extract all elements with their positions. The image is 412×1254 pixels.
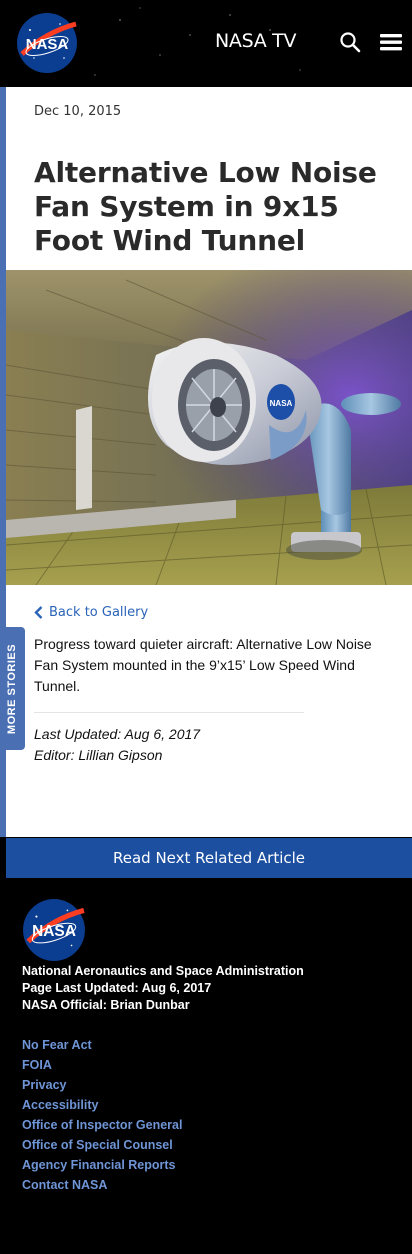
more-stories-tab[interactable]: MORE STORIES <box>0 627 25 750</box>
image-caption: Progress toward quieter aircraft: Altern… <box>34 636 372 694</box>
footer-link-inspector-general[interactable]: Office of Inspector General <box>22 1115 182 1135</box>
hamburger-menu-icon[interactable] <box>378 30 404 54</box>
footer-link-financial-reports[interactable]: Agency Financial Reports <box>22 1155 182 1175</box>
article-image[interactable]: NASA <box>6 270 412 585</box>
back-to-gallery-link[interactable]: Back to Gallery <box>34 605 148 620</box>
footer-agency-info: National Aeronautics and Space Administr… <box>22 963 304 1014</box>
agency-name: National Aeronautics and Space Administr… <box>22 964 304 978</box>
nasa-logo[interactable]: NASA <box>16 12 78 74</box>
site-footer: NASA National Aeronautics and Space Admi… <box>6 878 412 1254</box>
footer-link-no-fear-act[interactable]: No Fear Act <box>22 1035 182 1055</box>
divider <box>34 712 304 713</box>
article-title: Alternative Low Noise Fan System in 9x15… <box>34 156 377 257</box>
nasa-official: NASA Official: Brian Dunbar <box>22 998 190 1012</box>
search-icon[interactable] <box>338 30 362 54</box>
back-link-label: Back to Gallery <box>49 605 149 620</box>
chevron-left-icon <box>34 606 43 619</box>
svg-text:NASA: NASA <box>270 399 293 408</box>
page-last-updated: Page Last Updated: Aug 6, 2017 <box>22 981 212 995</box>
svg-text:NASA: NASA <box>32 923 76 940</box>
more-stories-label: MORE STORIES <box>6 643 19 734</box>
footer-links: No Fear Act FOIA Privacy Accessibility O… <box>22 1035 182 1195</box>
nasa-tv-link[interactable]: NASA TV <box>215 30 296 52</box>
read-next-article-button[interactable]: Read Next Related Article <box>6 838 412 878</box>
footer-link-privacy[interactable]: Privacy <box>22 1075 182 1095</box>
article-meta: Last Updated: Aug 6, 2017 Editor: Lillia… <box>34 724 200 766</box>
footer-link-special-counsel[interactable]: Office of Special Counsel <box>22 1135 182 1155</box>
svg-text:NASA: NASA <box>26 36 69 53</box>
article-date: Dec 10, 2015 <box>34 104 122 119</box>
site-header: NASA NASA TV <box>0 0 412 87</box>
last-updated: Last Updated: Aug 6, 2017 <box>34 726 201 742</box>
footer-link-foia[interactable]: FOIA <box>22 1055 182 1075</box>
footer-nasa-logo[interactable]: NASA <box>22 898 86 962</box>
editor: Editor: Lillian Gipson <box>34 747 163 763</box>
footer-link-accessibility[interactable]: Accessibility <box>22 1095 182 1115</box>
footer-link-contact-nasa[interactable]: Contact NASA <box>22 1175 182 1195</box>
